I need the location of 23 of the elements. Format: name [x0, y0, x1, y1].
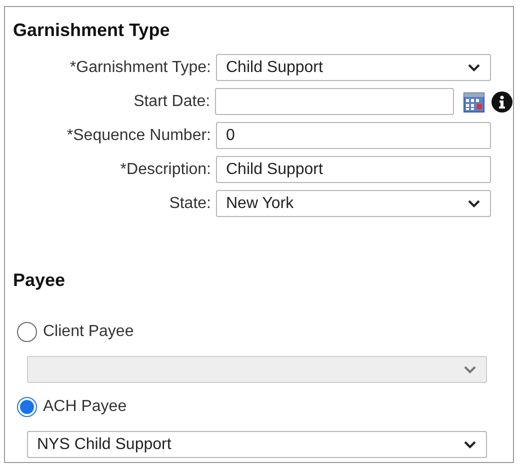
- field-label: *Sequence Number:: [66, 126, 212, 146]
- input-field[interactable]: 0: [216, 122, 491, 149]
- field-label: Start Date:: [134, 92, 212, 112]
- field-label: *Description:: [120, 160, 212, 180]
- chevron-icon: [463, 364, 477, 374]
- section-heading: Payee: [13, 269, 66, 292]
- field-label: *Garnishment Type:: [70, 58, 212, 78]
- chevron-icon: [467, 198, 481, 208]
- radio-button[interactable]: [17, 397, 37, 417]
- radio-button[interactable]: [17, 322, 37, 342]
- radio-label[interactable]: Client Payee: [43, 320, 134, 344]
- dropdown[interactable]: NYS Child Support: [27, 431, 487, 458]
- chevron-icon: [463, 440, 477, 450]
- field-label: State:: [169, 194, 212, 214]
- info-icon[interactable]: [491, 90, 513, 112]
- input-field[interactable]: Child Support: [216, 156, 491, 183]
- input-field[interactable]: [215, 88, 454, 115]
- dropdown[interactable]: Child Support: [216, 54, 491, 81]
- chevron-icon: [467, 62, 481, 72]
- radio-label[interactable]: ACH Payee: [43, 395, 127, 419]
- section-heading: Garnishment Type: [13, 19, 170, 42]
- dropdown[interactable]: New York: [216, 190, 491, 217]
- calendar-icon[interactable]: [463, 90, 485, 112]
